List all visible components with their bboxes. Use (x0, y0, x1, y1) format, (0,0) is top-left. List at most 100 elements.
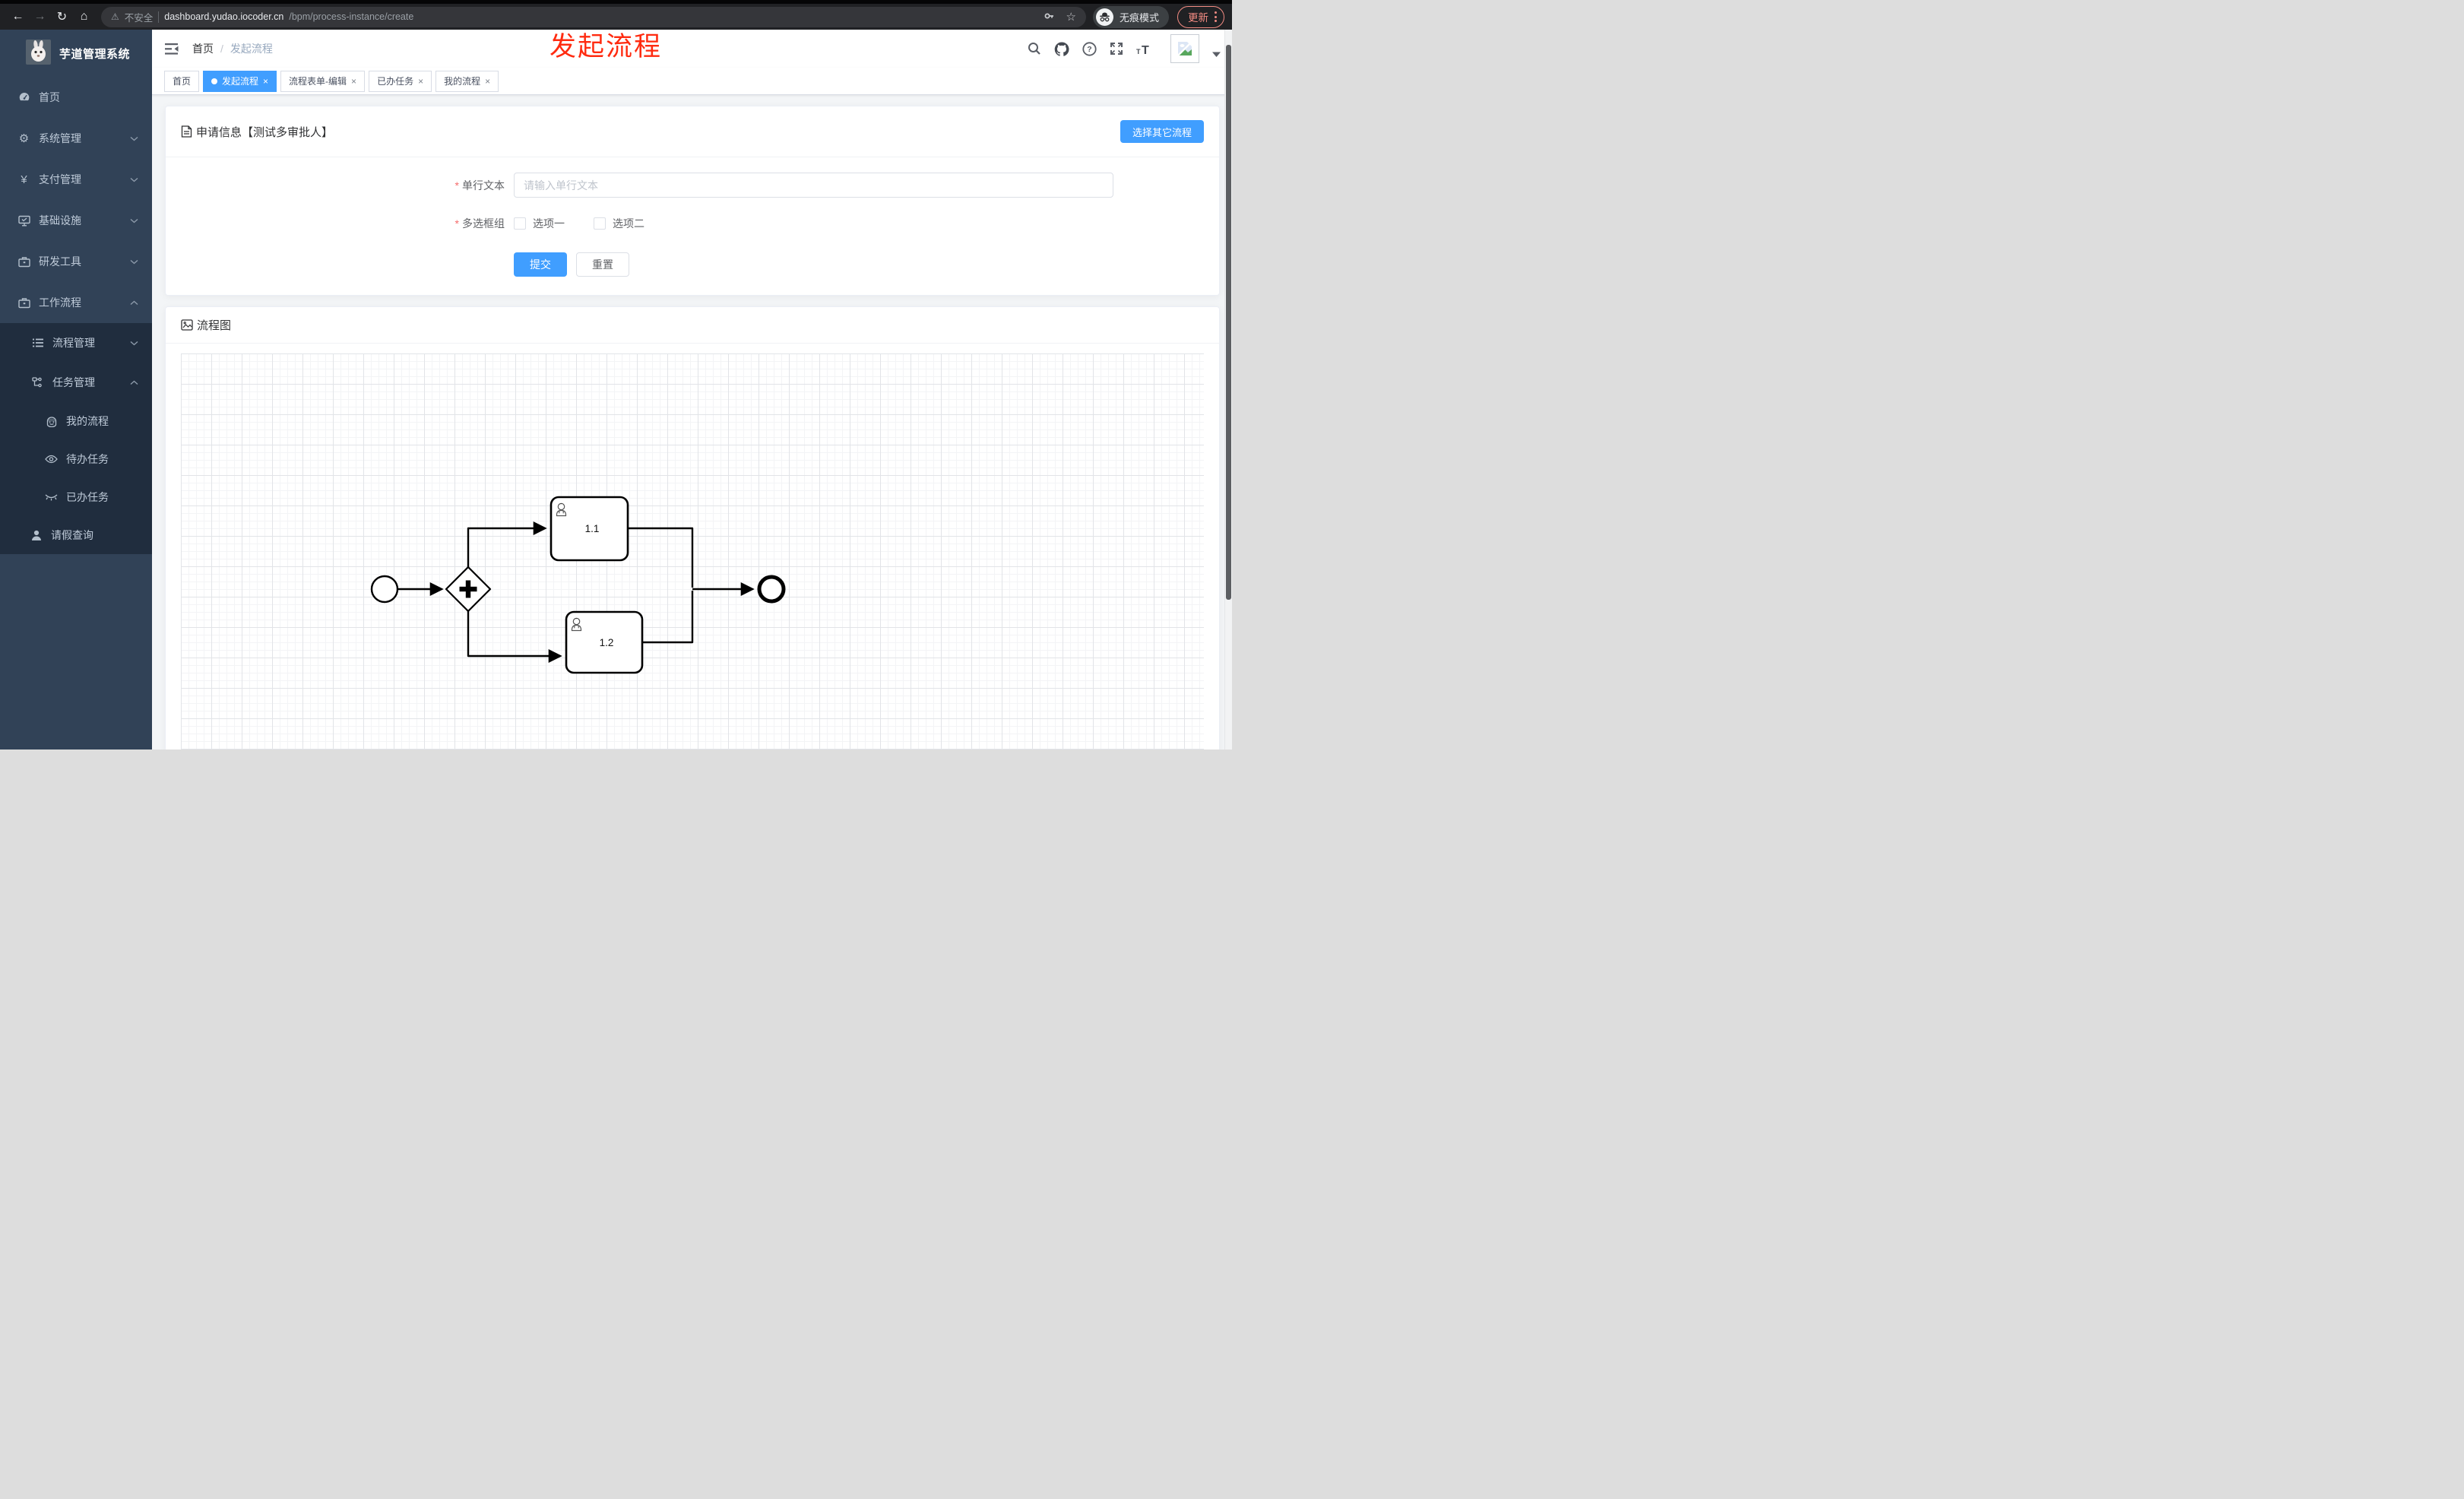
incognito-label: 无痕模式 (1119, 11, 1159, 24)
close-icon[interactable]: × (263, 77, 268, 86)
app-title: 芋道管理系统 (59, 47, 131, 61)
bookmark-star-icon[interactable]: ☆ (1066, 10, 1076, 24)
browser-forward-button[interactable]: → (30, 7, 50, 27)
browser-update-button[interactable]: 更新 (1177, 5, 1224, 28)
flow-gateway-to-task1 (467, 521, 547, 567)
incognito-icon (1095, 8, 1113, 26)
tab-form-edit[interactable]: 流程表单-编辑 × (280, 70, 366, 92)
tabs-bar: 首页 发起流程 × 流程表单-编辑 × 已办任务 × 我的流程 × (152, 68, 1232, 95)
tab-home[interactable]: 首页 (164, 70, 200, 92)
close-icon[interactable]: × (418, 77, 423, 86)
logo-row[interactable]: 芋道管理系统 (0, 30, 152, 77)
key-icon[interactable] (1044, 10, 1056, 24)
chevron-down-icon (130, 218, 138, 223)
bpmn-start-event[interactable] (370, 575, 399, 604)
url-host: dashboard.yudao.iocoder.cn (164, 11, 284, 22)
active-tab-dot (211, 78, 218, 84)
browser-home-button[interactable]: ⌂ (74, 7, 94, 27)
option2-checkbox[interactable] (594, 217, 606, 230)
search-icon[interactable] (1028, 42, 1041, 55)
chevron-down-icon (130, 136, 138, 141)
flow-task2-to-merge (642, 591, 694, 644)
main-area: 首页 / 发起流程 ? T T 首页 发起流程 × 流程表单-编辑 × 已办任务… (152, 30, 1232, 750)
chevron-up-icon (130, 380, 138, 385)
browser-chrome: ← → ↻ ⌂ ⚠ 不安全 dashboard.yudao.iocoder.cn… (0, 0, 1232, 30)
eye-icon (45, 455, 58, 464)
apply-card-title: 申请信息【测试多审批人】 (181, 124, 333, 140)
font-size-icon[interactable]: TT (1136, 43, 1153, 55)
sidebar-item-leave-query[interactable]: 请假查询 (0, 516, 152, 554)
toolbox-icon (17, 256, 30, 268)
sidebar-item-home[interactable]: 首页 (0, 77, 152, 118)
navbar: 首页 / 发起流程 ? T T (152, 30, 1232, 68)
text-field-label: * 单行文本 (454, 179, 505, 192)
bpmn-user-task-2[interactable]: 1.2 (565, 610, 644, 674)
apply-info-card: 申请信息【测试多审批人】 选择其它流程 *单行文本 *多选框组 选项一 (165, 106, 1220, 296)
content: 申请信息【测试多审批人】 选择其它流程 *单行文本 *多选框组 选项一 (152, 95, 1232, 750)
address-bar[interactable]: ⚠ 不安全 dashboard.yudao.iocoder.cn /bpm/pr… (101, 6, 1086, 27)
svg-text:T: T (1136, 48, 1141, 55)
url-path: /bpm/process-instance/create (289, 11, 414, 22)
task1-label: 1.1 (585, 523, 600, 534)
collapse-sidebar-button[interactable] (165, 43, 179, 55)
broken-image-icon (1177, 41, 1192, 56)
task2-label: 1.2 (600, 637, 614, 648)
help-icon[interactable]: ? (1082, 41, 1097, 56)
sidebar-item-system[interactable]: ⚙ 系统管理 (0, 118, 152, 159)
page-scrollbar[interactable] (1224, 30, 1232, 750)
submit-button[interactable]: 提交 (514, 252, 567, 277)
bpmn-parallel-gateway[interactable] (445, 566, 492, 613)
breadcrumb-current: 发起流程 (230, 43, 273, 55)
flow-gateway-to-task2 (467, 611, 562, 663)
chevron-down-icon (130, 177, 138, 182)
tab-start-process[interactable]: 发起流程 × (203, 70, 277, 92)
sidebar-item-workflow[interactable]: 工作流程 (0, 282, 152, 323)
sidebar-item-done-tasks[interactable]: 已办任务 (0, 478, 152, 516)
sidebar-item-todo-tasks[interactable]: 待办任务 (0, 440, 152, 478)
browser-reload-button[interactable]: ↻ (52, 7, 72, 27)
user-avatar[interactable] (1170, 34, 1199, 63)
sidebar-item-task-management[interactable]: 任务管理 (0, 363, 152, 402)
flow-task1-to-merge (628, 527, 694, 588)
page: ← → ↻ ⌂ ⚠ 不安全 dashboard.yudao.iocoder.cn… (0, 0, 1232, 750)
scrollbar-thumb[interactable] (1226, 45, 1231, 600)
gear-icon: ⚙ (18, 132, 30, 145)
github-icon[interactable] (1054, 41, 1069, 56)
choose-other-process-button[interactable]: 选择其它流程 (1120, 120, 1204, 143)
logo-avatar-rabbit (26, 40, 51, 67)
tab-done-tasks[interactable]: 已办任务 × (369, 70, 432, 92)
incognito-badge: 无痕模式 (1092, 5, 1169, 28)
avatar-caret-icon[interactable] (1212, 52, 1221, 57)
close-icon[interactable]: × (485, 77, 490, 86)
bpmn-end-event[interactable] (757, 575, 786, 604)
breadcrumb: 首页 / 发起流程 (192, 41, 273, 56)
browser-back-button[interactable]: ← (8, 7, 28, 27)
option2-label[interactable]: 选项二 (613, 216, 645, 231)
breadcrumb-home[interactable]: 首页 (192, 41, 214, 56)
user-icon (30, 530, 43, 541)
sidebar-item-process-management[interactable]: 流程管理 (0, 323, 152, 363)
chevron-down-icon (130, 341, 138, 346)
robot-face-icon (45, 415, 58, 427)
breadcrumb-separator: / (220, 43, 223, 55)
tab-my-processes[interactable]: 我的流程 × (435, 70, 499, 92)
option1-label[interactable]: 选项一 (533, 216, 565, 231)
reset-button[interactable]: 重置 (576, 252, 629, 277)
single-line-text-input[interactable] (514, 173, 1113, 198)
chevron-down-icon (130, 259, 138, 265)
sidebar-item-payment[interactable]: ¥ 支付管理 (0, 159, 152, 200)
sidebar-item-infrastructure[interactable]: 基础设施 (0, 200, 152, 241)
fullscreen-icon[interactable] (1110, 42, 1123, 55)
bpmn-canvas[interactable]: 1.1 1.2 (181, 353, 1204, 750)
browser-menu-icon[interactable] (1215, 11, 1217, 22)
yen-icon: ¥ (21, 173, 27, 186)
option1-checkbox[interactable] (514, 217, 526, 230)
sidebar-item-dev-tools[interactable]: 研发工具 (0, 241, 152, 282)
eye-closed-icon (45, 493, 58, 501)
url-divider (158, 11, 160, 23)
bpmn-user-task-1[interactable]: 1.1 (549, 496, 629, 562)
sidebar-item-my-processes[interactable]: 我的流程 (0, 402, 152, 440)
list-tree-icon (31, 338, 44, 348)
close-icon[interactable]: × (351, 77, 356, 86)
sidebar: 芋道管理系统 首页 ⚙ 系统管理 ¥ 支付管理 基础设施 研发工具 工作流程 流… (0, 30, 152, 750)
